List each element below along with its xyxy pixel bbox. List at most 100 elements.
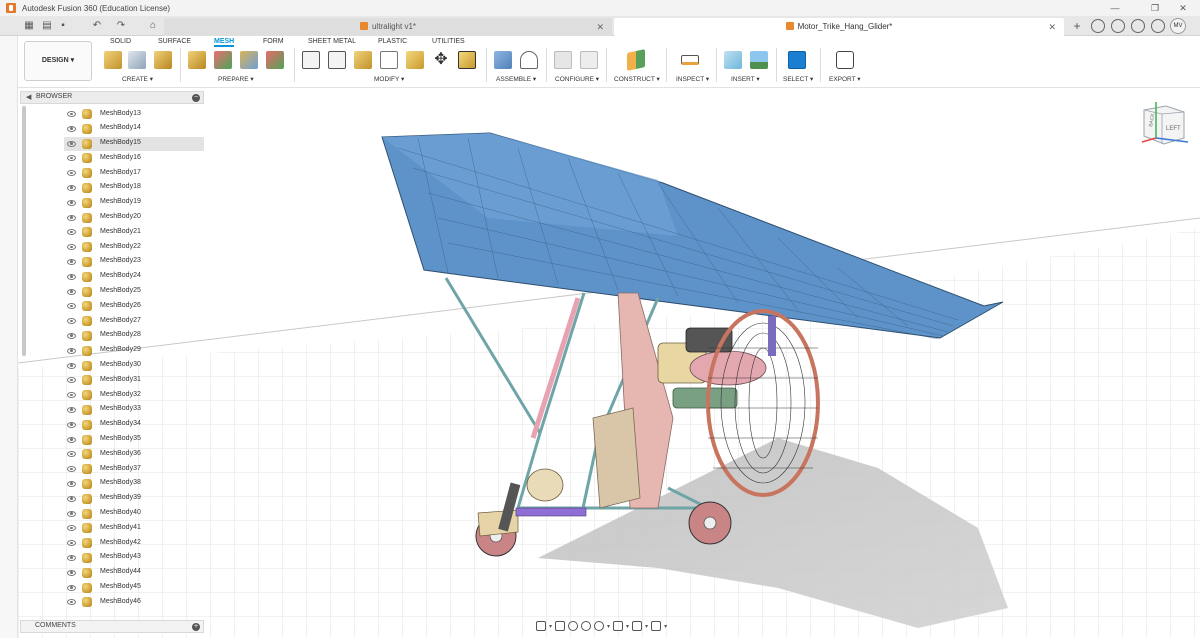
- viewports-icon[interactable]: [651, 621, 662, 631]
- browser-panel-header[interactable]: ◀ BROWSER −: [20, 91, 204, 104]
- tab-mesh[interactable]: MESH: [214, 38, 235, 47]
- split-body-icon[interactable]: [302, 51, 320, 69]
- visibility-eye-icon[interactable]: [67, 392, 76, 399]
- configure-table-icon[interactable]: [554, 51, 572, 69]
- insert-mesh-icon[interactable]: [104, 51, 122, 69]
- offset-plane-icon[interactable]: [627, 49, 645, 71]
- configure-rules-icon[interactable]: [580, 51, 598, 69]
- visibility-eye-icon[interactable]: [67, 258, 76, 265]
- visibility-eye-icon[interactable]: [67, 140, 76, 147]
- close-window-button[interactable]: ✕: [1166, 0, 1200, 16]
- generate-face-groups-icon[interactable]: [188, 51, 206, 69]
- visibility-eye-icon[interactable]: [67, 184, 76, 191]
- visibility-eye-icon[interactable]: [67, 554, 76, 561]
- tab-utilities[interactable]: UTILITIES: [432, 38, 465, 45]
- close-tab-icon[interactable]: ✕: [1048, 18, 1056, 36]
- create-face-group-icon[interactable]: [154, 51, 172, 69]
- assemble-menu[interactable]: ASSEMBLE ▾: [496, 75, 536, 83]
- orbit-icon[interactable]: [536, 621, 546, 631]
- combine-icon[interactable]: [406, 51, 424, 69]
- smooth-icon[interactable]: [354, 51, 372, 69]
- tree-item[interactable]: MeshBody32: [64, 388, 204, 403]
- export-icon[interactable]: [836, 51, 854, 69]
- tree-item[interactable]: MeshBody36: [64, 447, 204, 462]
- notifications-icon[interactable]: [1131, 19, 1145, 33]
- tree-item[interactable]: MeshBody21: [64, 225, 204, 240]
- visibility-eye-icon[interactable]: [67, 525, 76, 532]
- tree-item[interactable]: MeshBody43: [64, 551, 204, 566]
- visibility-eye-icon[interactable]: [67, 273, 76, 280]
- help-icon[interactable]: [1151, 19, 1165, 33]
- tree-item[interactable]: MeshBody23: [64, 255, 204, 270]
- hang-glider-wing[interactable]: [381, 132, 1004, 340]
- tree-item[interactable]: MeshBody22: [64, 240, 204, 255]
- plane-cut-icon[interactable]: [266, 51, 284, 69]
- repair-icon[interactable]: [214, 51, 232, 69]
- scale-icon[interactable]: [458, 51, 476, 69]
- visibility-eye-icon[interactable]: [67, 347, 76, 354]
- save-icon[interactable]: ▪: [56, 19, 70, 33]
- job-status-icon[interactable]: [1111, 19, 1125, 33]
- tree-item[interactable]: MeshBody38: [64, 477, 204, 492]
- select-cursor-icon[interactable]: [788, 51, 806, 69]
- tree-item[interactable]: MeshBody33: [64, 403, 204, 418]
- home-icon[interactable]: ⌂: [146, 19, 160, 33]
- tree-item[interactable]: MeshBody27: [64, 314, 204, 329]
- tree-item[interactable]: MeshBody20: [64, 211, 204, 226]
- tree-item[interactable]: MeshBody13: [64, 107, 204, 122]
- tree-item[interactable]: MeshBody16: [64, 151, 204, 166]
- tree-item[interactable]: MeshBody30: [64, 359, 204, 374]
- close-tab-icon[interactable]: ✕: [596, 18, 604, 36]
- tab-form[interactable]: FORM: [263, 38, 284, 45]
- rear-wheel[interactable]: [688, 501, 732, 545]
- move-icon[interactable]: ✥: [432, 51, 450, 69]
- joint-icon[interactable]: [520, 51, 538, 69]
- prepare-menu[interactable]: PREPARE ▾: [218, 75, 254, 83]
- visibility-eye-icon[interactable]: [67, 125, 76, 132]
- create-menu[interactable]: CREATE ▾: [122, 75, 153, 83]
- look-at-icon[interactable]: [555, 621, 566, 631]
- tree-item[interactable]: MeshBody18: [64, 181, 204, 196]
- new-tab-icon[interactable]: +: [1070, 19, 1084, 33]
- tab-solid[interactable]: SOLID: [110, 38, 131, 45]
- display-settings-icon[interactable]: [613, 621, 624, 631]
- tree-item[interactable]: MeshBody15: [64, 136, 204, 152]
- visibility-eye-icon[interactable]: [67, 495, 76, 502]
- minimize-button[interactable]: —: [1098, 0, 1132, 16]
- split-face-group-icon[interactable]: [328, 51, 346, 69]
- viewcube[interactable]: BACK LEFT: [1136, 100, 1192, 148]
- file-menu-icon[interactable]: ▤: [40, 19, 54, 33]
- shell-icon[interactable]: [380, 51, 398, 69]
- visibility-eye-icon[interactable]: [67, 599, 76, 606]
- visibility-eye-icon[interactable]: [67, 303, 76, 310]
- tree-item[interactable]: MeshBody45: [64, 581, 204, 596]
- visibility-eye-icon[interactable]: [67, 421, 76, 428]
- construct-menu[interactable]: CONSTRUCT ▾: [614, 75, 660, 83]
- visibility-eye-icon[interactable]: [67, 466, 76, 473]
- visibility-eye-icon[interactable]: [67, 199, 76, 206]
- tree-item[interactable]: MeshBody39: [64, 492, 204, 507]
- tree-item[interactable]: MeshBody29: [64, 344, 204, 359]
- visibility-eye-icon[interactable]: [67, 362, 76, 369]
- visibility-eye-icon[interactable]: [67, 111, 76, 117]
- add-comment-icon[interactable]: +: [192, 623, 200, 631]
- tree-item[interactable]: MeshBody42: [64, 536, 204, 551]
- tree-item[interactable]: MeshBody25: [64, 285, 204, 300]
- measure-icon[interactable]: [681, 55, 699, 65]
- tree-item[interactable]: MeshBody44: [64, 566, 204, 581]
- tree-item[interactable]: MeshBody24: [64, 270, 204, 285]
- visibility-eye-icon[interactable]: [67, 155, 76, 162]
- redo-icon[interactable]: ↷: [114, 19, 128, 33]
- comments-panel-header[interactable]: COMMENTS +: [20, 620, 204, 633]
- insert-derive-icon[interactable]: [724, 51, 742, 69]
- grid-settings-icon[interactable]: [632, 621, 643, 631]
- tree-item[interactable]: MeshBody19: [64, 196, 204, 211]
- fit-icon[interactable]: [594, 621, 605, 631]
- insert-canvas-icon[interactable]: [750, 51, 768, 69]
- undo-icon[interactable]: ↶: [90, 19, 104, 33]
- tab-plastic[interactable]: PLASTIC: [378, 38, 407, 45]
- export-menu[interactable]: EXPORT ▾: [829, 75, 861, 83]
- new-component-icon[interactable]: [494, 51, 512, 69]
- inspect-menu[interactable]: INSPECT ▾: [676, 75, 709, 83]
- zoom-icon[interactable]: [581, 621, 592, 631]
